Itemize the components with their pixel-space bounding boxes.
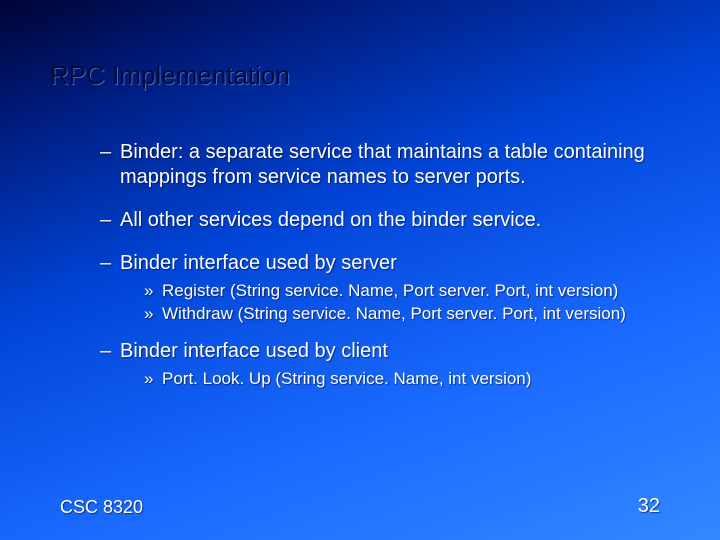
bullet-item: Binder: a separate service that maintain… bbox=[100, 140, 670, 190]
bullet-item: Binder interface used by client bbox=[100, 339, 670, 364]
sub-bullet-item: Port. Look. Up (String service. Name, in… bbox=[144, 368, 670, 389]
footer-page-number: 32 bbox=[638, 495, 660, 518]
slide-content: Binder: a separate service that maintain… bbox=[100, 140, 670, 391]
bullet-text: All other services depend on the binder … bbox=[120, 209, 541, 231]
bullet-item: Binder interface used by server bbox=[100, 251, 670, 276]
bullet-text: Binder: a separate service that maintain… bbox=[120, 141, 645, 188]
footer-course: CSC 8320 bbox=[60, 497, 143, 518]
sub-bullet-text: Port. Look. Up (String service. Name, in… bbox=[162, 369, 531, 388]
bullet-text: Binder interface used by server bbox=[120, 252, 397, 274]
sub-bullet-item: Withdraw (String service. Name, Port ser… bbox=[144, 303, 670, 324]
slide: RPC Implementation Binder: a separate se… bbox=[0, 0, 720, 540]
sub-bullet-text: Register (String service. Name, Port ser… bbox=[162, 281, 618, 300]
bullet-item: All other services depend on the binder … bbox=[100, 208, 670, 233]
slide-title: RPC Implementation bbox=[50, 60, 290, 91]
bullet-text: Binder interface used by client bbox=[120, 340, 388, 362]
sub-bullet-text: Withdraw (String service. Name, Port ser… bbox=[162, 304, 626, 323]
sub-bullet-item: Register (String service. Name, Port ser… bbox=[144, 280, 670, 301]
